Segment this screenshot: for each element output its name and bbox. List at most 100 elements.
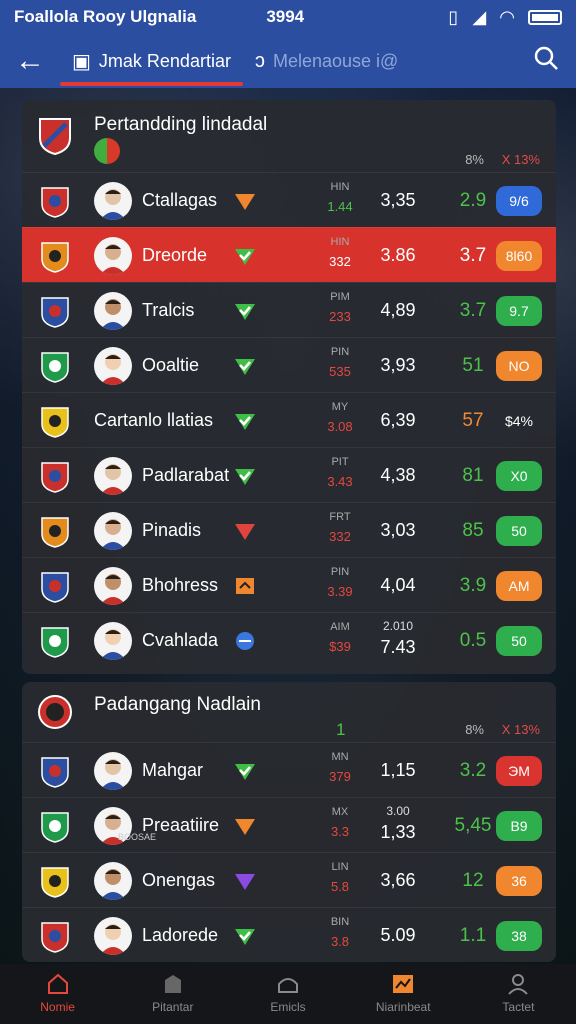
match-row[interactable]: Mahgar MN 379 1,15 3.2 ЭM xyxy=(22,742,556,797)
status-time: 3994 xyxy=(266,7,305,26)
col-header-pct: 8% xyxy=(465,722,484,737)
score-value: 3.7 xyxy=(459,245,487,266)
odds-pill-button[interactable]: 50 xyxy=(496,516,542,546)
odds-value[interactable]: 3,03 xyxy=(368,520,428,541)
team-crest-icon xyxy=(40,866,70,898)
nav-item-home[interactable]: Nomie xyxy=(0,964,115,1024)
score-value: 2.9 xyxy=(459,190,487,211)
market-label: AIM xyxy=(330,621,350,633)
tab-other[interactable]: ↄ Melenaouse i@ xyxy=(243,34,410,88)
league-panel-1: Pertandding lindadal 8% X 13% Ctallagas H… xyxy=(22,100,556,674)
team-name: Cartanlo llatias xyxy=(94,410,214,430)
match-row[interactable]: Cartanlo llatias MY 3.08 6,39 57 $4% xyxy=(22,392,556,447)
match-row[interactable]: Bhohress PIN 3.39 4,04 3.9 AM xyxy=(22,557,556,612)
building-icon xyxy=(115,972,230,1000)
green-marker-icon xyxy=(234,411,256,431)
score-value: 3.7 xyxy=(459,300,487,321)
search-icon[interactable] xyxy=(516,45,576,78)
team-name: Cvahlada xyxy=(142,630,219,650)
score-value: 12 xyxy=(462,870,484,891)
odds-value[interactable]: 3.86 xyxy=(368,245,428,266)
score-value: 5,45 xyxy=(454,815,492,836)
back-arrow-icon[interactable]: ← xyxy=(0,44,60,78)
score-value: 3.2 xyxy=(459,760,487,781)
match-row[interactable]: Pinadis FRT 332 3,03 85 50 xyxy=(22,502,556,557)
odds-value[interactable]: 4,04 xyxy=(368,575,428,596)
odds-pill-button[interactable]: ЭM xyxy=(496,756,542,786)
blue-marker-icon xyxy=(234,631,256,651)
chart-icon xyxy=(346,972,461,1000)
market-label: HIN xyxy=(330,236,350,248)
odds-value[interactable]: 5.09 xyxy=(368,925,428,946)
green-marker-icon xyxy=(234,356,256,376)
team-crest-icon xyxy=(40,406,70,438)
market-label: PIN xyxy=(330,346,350,358)
odds-value[interactable]: 7.43 xyxy=(368,637,428,658)
player-avatar xyxy=(94,622,132,660)
box-marker-icon xyxy=(234,576,256,596)
match-row[interactable]: Ooaltie PIN 535 3,93 51 NO xyxy=(22,337,556,392)
team-name: Bhohress xyxy=(142,575,219,595)
nav-item-building[interactable]: Pitantar xyxy=(115,964,230,1024)
odds-pill-button[interactable]: 8l60 xyxy=(496,241,542,271)
nav-label: Nomie xyxy=(40,1000,75,1014)
market-value: 332 xyxy=(329,254,351,269)
match-row[interactable]: Preaatiire BOOSAE MX 3.3 3.00 1,33 5,45 B9 xyxy=(22,797,556,852)
odds-pill-button[interactable]: 36 xyxy=(496,866,542,896)
match-row[interactable]: Dreorde HIN 332 3.86 3.7 8l60 xyxy=(22,227,556,282)
odds-value[interactable]: 1,33 xyxy=(368,822,428,843)
odds-pill-button[interactable]: 38 xyxy=(496,921,542,951)
nav-item-profile[interactable]: Tactet xyxy=(461,964,576,1024)
odds-pill-button[interactable]: 50 xyxy=(496,626,542,656)
odds-value[interactable]: 3,66 xyxy=(368,870,428,891)
purple-marker-icon xyxy=(234,871,256,891)
odds-pill-button[interactable]: 9/6 xyxy=(496,186,542,216)
status-bar: Foallola Rooy Ulgnalia 3994 ▯ ◢ ◠ xyxy=(0,0,576,34)
market-value: 3.3 xyxy=(330,824,350,839)
status-title: Foallola Rooy Ulgnalia xyxy=(14,7,197,26)
odds-value[interactable]: 4,38 xyxy=(368,465,428,486)
green-marker-icon xyxy=(234,761,256,781)
green-marker-icon xyxy=(234,301,256,321)
red-marker-icon xyxy=(234,521,256,541)
match-row[interactable]: Ctallagas HIN 1.44 3,35 2.9 9/6 xyxy=(22,172,556,227)
market-value: 535 xyxy=(329,364,351,379)
team-name: Dreorde xyxy=(142,245,208,265)
league-panel-2: Padangang Nadlain 1 8% X 13% Mahgar MN 379… xyxy=(22,682,556,962)
player-avatar xyxy=(94,567,132,605)
odds-value[interactable]: 3,35 xyxy=(368,190,428,211)
score-value: 1.1 xyxy=(459,925,487,946)
tab-matches[interactable]: ▣ Jmak Rendartiar xyxy=(60,34,243,88)
market-value: $39 xyxy=(329,639,351,654)
col-header-x: X 13% xyxy=(501,722,540,737)
team-crest-icon xyxy=(40,756,70,788)
sim-icon: ▯ xyxy=(448,6,459,27)
market-label: MX xyxy=(331,806,349,818)
odds-pill-button[interactable]: $4% xyxy=(496,406,542,436)
nav-label: Pitantar xyxy=(152,1000,194,1014)
match-row[interactable]: Tralcis PIM 233 4,89 3.7 9.7 xyxy=(22,282,556,337)
nav-item-chart[interactable]: Niarinbeat xyxy=(346,964,461,1024)
match-row[interactable]: Onengas LIN 5.8 3,66 12 36 xyxy=(22,852,556,907)
signal-icon: ◢ xyxy=(472,6,487,27)
odds-value[interactable]: 1,15 xyxy=(368,760,428,781)
league-header: Pertandding lindadal 8% X 13% xyxy=(22,100,556,172)
odds-pill-button[interactable]: 9.7 xyxy=(496,296,542,326)
score-value: 51 xyxy=(462,355,484,376)
match-row[interactable]: Cvahlada AIM $39 2.010 7.43 0.5 50 xyxy=(22,612,556,667)
odds-pill-button[interactable]: X0 xyxy=(496,461,542,491)
nav-item-stadium[interactable]: Emicls xyxy=(230,964,345,1024)
match-row[interactable]: Padlarabat PIT 3.43 4,38 81 X0 xyxy=(22,447,556,502)
team-subtitle: BOOSAE xyxy=(118,832,157,842)
odds-pill-button[interactable]: B9 xyxy=(496,811,542,841)
odds-value[interactable]: 4,89 xyxy=(368,300,428,321)
team-name: Mahgar xyxy=(142,760,204,780)
nav-label: Emicls xyxy=(270,1000,306,1014)
match-row[interactable]: Ladorede BIN 3.8 5.09 1.1 38 xyxy=(22,907,556,962)
odds-value[interactable]: 3,93 xyxy=(368,355,428,376)
odds-pill-button[interactable]: NO xyxy=(496,351,542,381)
profile-icon xyxy=(461,972,576,1000)
odds-value[interactable]: 6,39 xyxy=(368,410,428,431)
wifi-icon: ◠ xyxy=(500,6,514,27)
odds-pill-button[interactable]: AM xyxy=(496,571,542,601)
